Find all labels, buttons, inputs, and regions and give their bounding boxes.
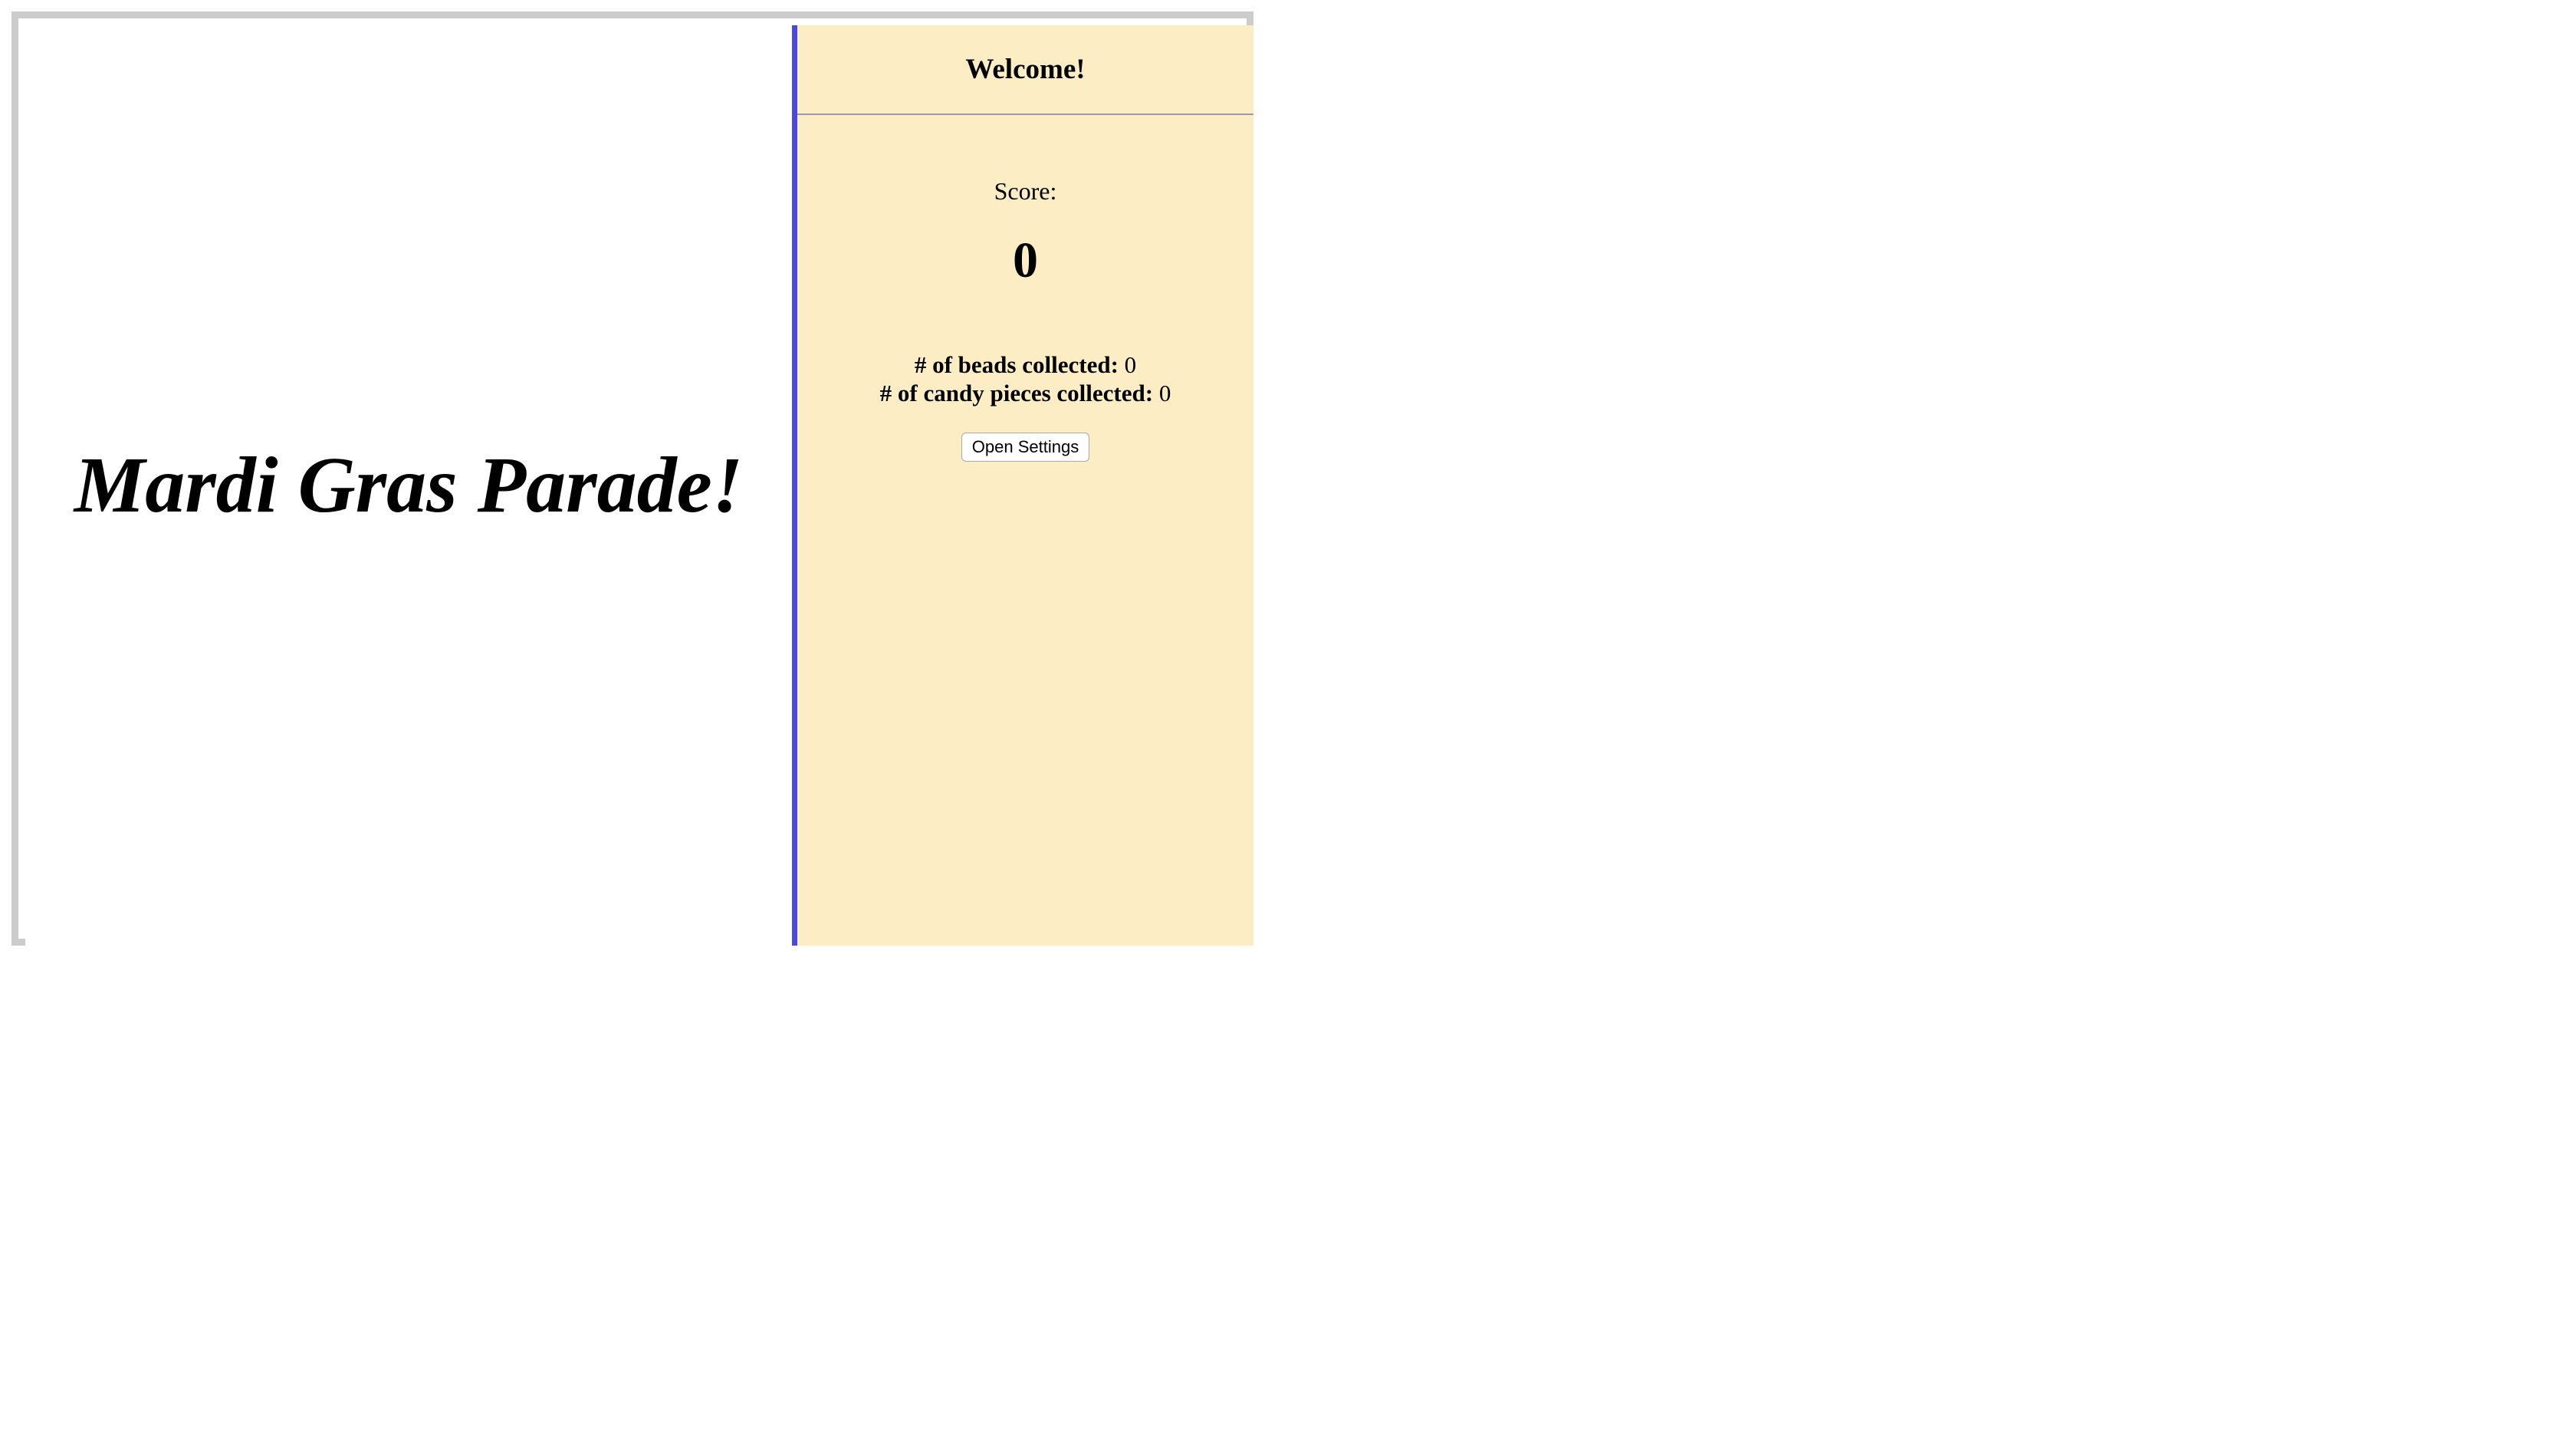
candy-stat-label: # of candy pieces collected: (879, 380, 1154, 406)
candy-stat: # of candy pieces collected: 0 (797, 379, 1254, 407)
beads-stat-value: 0 (1124, 351, 1137, 378)
collection-stats: # of beads collected: 0 # of candy piece… (797, 350, 1254, 407)
panel-divider (792, 25, 797, 946)
game-title: Mardi Gras Parade! (74, 441, 744, 529)
score-panel: Welcome! Score: 0 # of beads collected: … (797, 25, 1254, 946)
beads-stat-label: # of beads collected: (914, 351, 1119, 378)
welcome-heading: Welcome! (965, 54, 1086, 85)
beads-stat: # of beads collected: 0 (797, 350, 1254, 379)
score-label: Score: (994, 177, 1057, 205)
score-value: 0 (1013, 232, 1038, 288)
game-frame: Mardi Gras Parade! Welcome! Score: 0 # o… (12, 12, 1254, 946)
panel-header: Welcome! (797, 25, 1254, 115)
open-settings-button[interactable]: Open Settings (961, 433, 1090, 462)
candy-stat-value: 0 (1158, 380, 1171, 406)
parade-stage[interactable]: Mardi Gras Parade! (25, 25, 792, 946)
